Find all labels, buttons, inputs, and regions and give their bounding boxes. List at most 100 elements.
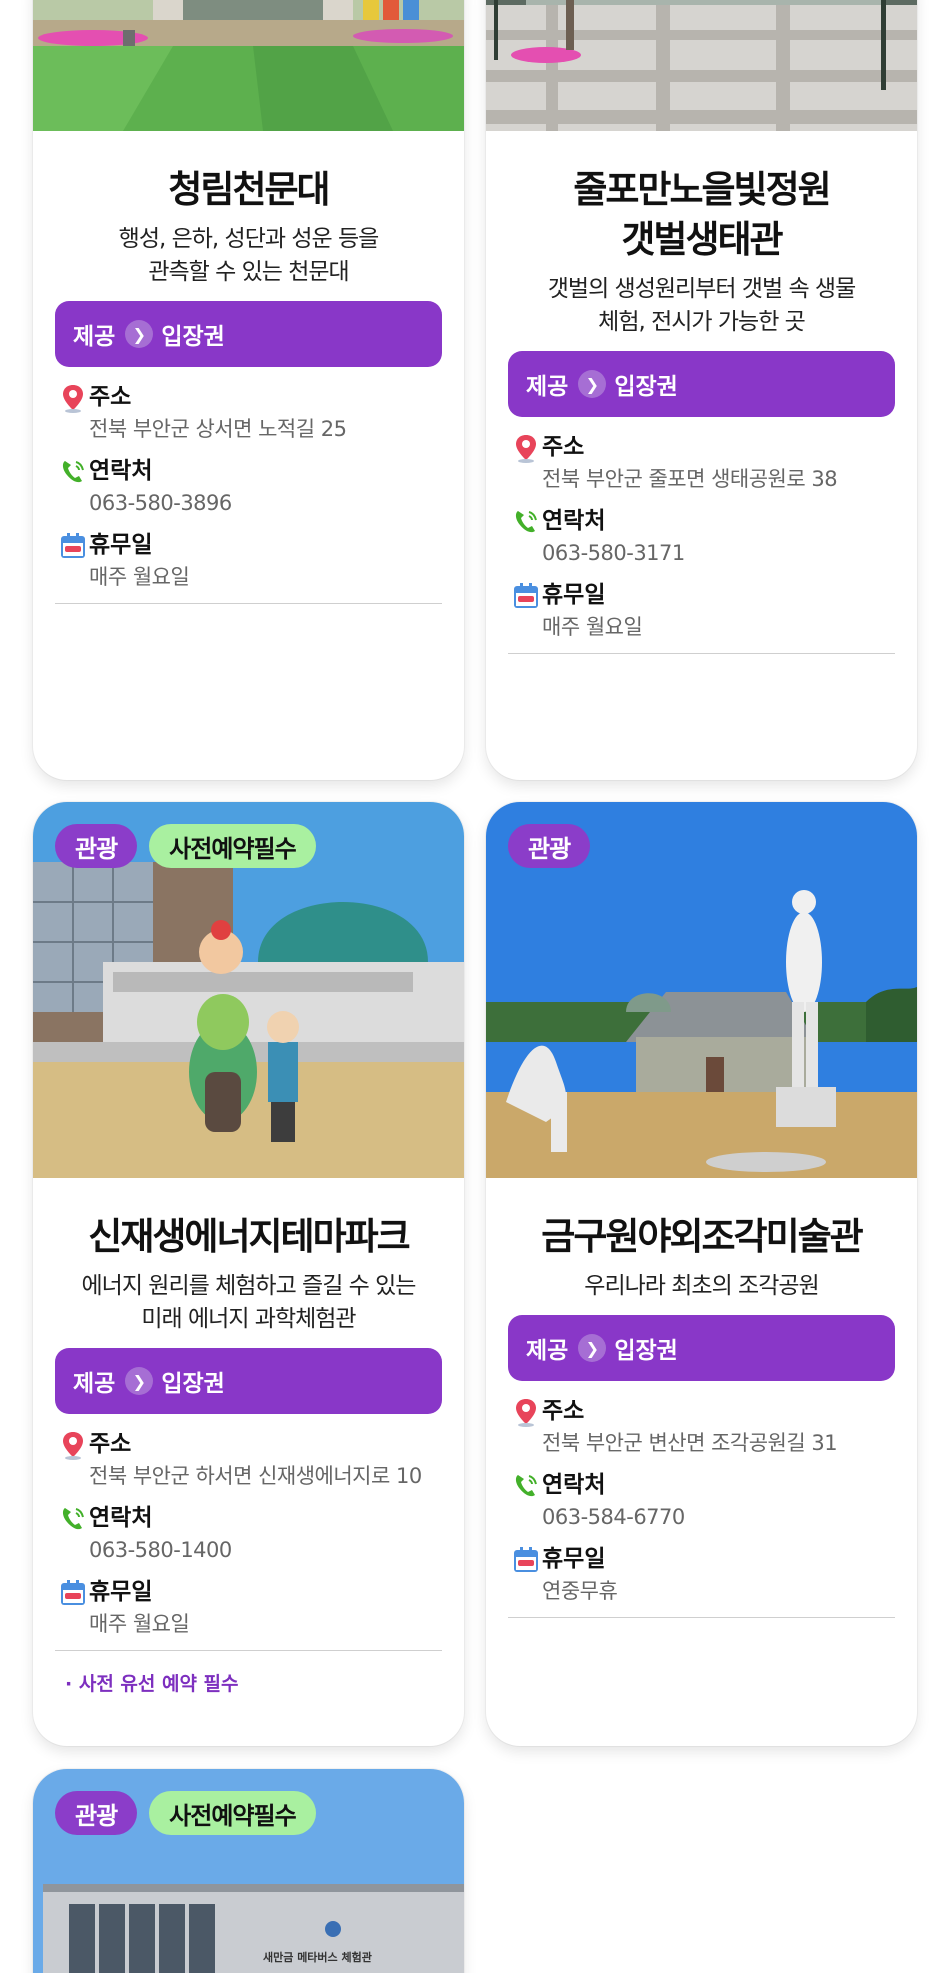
contact-label: 연락처 [542, 508, 606, 534]
address-value: 전북 부안군 상서면 노적길 25 [89, 417, 347, 441]
card-photo: 관광 사전예약필수 [33, 802, 464, 1178]
place-title: 줄포만노을빛정원 갯벌생태관 [508, 165, 895, 265]
offer-prefix: 제공 [73, 324, 116, 350]
category-badge: 관광 [508, 824, 591, 868]
closed-label: 휴무일 [542, 1546, 606, 1572]
divider [508, 653, 895, 654]
address-value: 전북 부안군 하서면 신재생에너지로 10 [89, 1464, 422, 1488]
card-photo [33, 0, 464, 131]
divider [508, 1617, 895, 1618]
chevron-right-icon: ❯ [578, 370, 607, 398]
contact-value[interactable]: 063-580-1400 [89, 1534, 442, 1566]
closed-label: 휴무일 [89, 1579, 153, 1605]
info-closed: 휴무일 매주 월요일 [55, 1576, 442, 1640]
phone-icon [62, 1508, 84, 1530]
offer-value: 입장권 [161, 324, 225, 350]
card-renewable-energy-park[interactable]: 관광 사전예약필수 신재생에너지테마파크 에너지 원리를 체험하고 즐길 수 있… [33, 802, 464, 1746]
offer-bar: 제공 ❯ 입장권 [508, 1315, 895, 1381]
closed-value: 매주 월요일 [89, 1612, 190, 1636]
info-contact: 연락처 063-584-6770 [508, 1469, 895, 1533]
card-photo: 새만금 메타버스 체험관 관광 사전예약필수 [33, 1769, 464, 1973]
closed-value: 매주 월요일 [89, 565, 190, 589]
info-contact: 연락처 063-580-1400 [55, 1502, 442, 1566]
info-closed: 휴무일 연중무휴 [508, 1543, 895, 1607]
description-line: 행성, 은하, 성단과 성운 등을 [118, 226, 380, 252]
map-pin-icon [516, 435, 536, 463]
info-address: 주소 전북 부안군 하서면 신재생에너지로 10 [55, 1428, 442, 1492]
offer-prefix: 제공 [73, 1371, 116, 1397]
phone-icon [515, 1475, 537, 1497]
card-saemangeum-metaverse[interactable]: 새만금 메타버스 체험관 관광 사전예약필수 [33, 1769, 464, 1973]
description-line: 에너지 원리를 체험하고 즐길 수 있는 [81, 1273, 417, 1299]
chevron-right-icon: ❯ [578, 1334, 607, 1362]
address-label: 주소 [89, 384, 132, 410]
title-line: 갯벌생태관 [621, 218, 783, 261]
info-contact: 연락처 063-580-3896 [55, 455, 442, 519]
place-description: 우리나라 최초의 조각공원 [508, 1270, 895, 1303]
card-photo: 관광 [486, 802, 917, 1178]
offer-value: 입장권 [614, 1338, 678, 1364]
calendar-day-icon [514, 1547, 538, 1572]
calendar-day-icon [61, 533, 85, 558]
contact-label: 연락처 [89, 1505, 153, 1531]
info-address: 주소 전북 부안군 변산면 조각공원길 31 [508, 1395, 895, 1459]
info-closed: 휴무일 매주 월요일 [55, 529, 442, 593]
calendar-day-icon [514, 583, 538, 608]
chevron-right-icon: ❯ [125, 1367, 154, 1395]
info-address: 주소 전북 부안군 상서면 노적길 25 [55, 381, 442, 445]
offer-bar: 제공 ❯ 입장권 [508, 351, 895, 417]
place-description: 에너지 원리를 체험하고 즐길 수 있는 미래 에너지 과학체험관 [55, 1270, 442, 1336]
divider [55, 1650, 442, 1651]
badge-group: 관광 사전예약필수 [55, 824, 316, 868]
card-geumguwon-sculpture-museum[interactable]: 관광 금구원야외조각미술관 우리나라 최초의 조각공원 제공 ❯ 입장권 주소 … [486, 802, 917, 1746]
address-label: 주소 [89, 1431, 132, 1457]
calendar-day-icon [61, 1580, 85, 1605]
description-line: 갯벌의 생성원리부터 갯벌 속 생물 [547, 276, 856, 302]
divider [55, 603, 442, 604]
page: 청림천문대 행성, 은하, 성단과 성운 등을 관측할 수 있는 천문대 제공 … [0, 0, 950, 1973]
contact-value[interactable]: 063-584-6770 [542, 1501, 895, 1533]
phone-icon [515, 511, 537, 533]
address-label: 주소 [542, 434, 585, 460]
closed-label: 휴무일 [89, 532, 153, 558]
address-label: 주소 [542, 1398, 585, 1424]
offer-prefix: 제공 [526, 374, 569, 400]
offer-value: 입장권 [614, 374, 678, 400]
badge-group: 관광 사전예약필수 [55, 1791, 316, 1835]
offer-value: 입장권 [161, 1371, 225, 1397]
place-title: 청림천문대 [168, 168, 330, 211]
reservation-badge: 사전예약필수 [149, 824, 316, 868]
building-sign: 새만금 메타버스 체험관 [263, 1951, 372, 1964]
card-cheongrim-observatory[interactable]: 청림천문대 행성, 은하, 성단과 성운 등을 관측할 수 있는 천문대 제공 … [33, 0, 464, 780]
category-badge: 관광 [55, 824, 138, 868]
map-pin-icon [516, 1399, 536, 1427]
description-line: 미래 에너지 과학체험관 [141, 1306, 356, 1332]
place-title: 금구원야외조각미술관 [541, 1215, 863, 1258]
info-contact: 연락처 063-580-3171 [508, 505, 895, 569]
phone-icon [62, 461, 84, 483]
map-pin-icon [63, 385, 83, 413]
description-line: 체험, 전시가 가능한 곳 [598, 309, 806, 335]
reservation-badge: 사전예약필수 [149, 1791, 316, 1835]
offer-prefix: 제공 [526, 1338, 569, 1364]
title-line: 줄포만노을빛정원 [573, 168, 831, 211]
closed-value: 매주 월요일 [542, 615, 643, 639]
card-photo [486, 0, 917, 131]
category-badge: 관광 [55, 1791, 138, 1835]
chevron-right-icon: ❯ [125, 320, 154, 348]
offer-bar: 제공 ❯ 입장권 [55, 301, 442, 367]
place-description: 갯벌의 생성원리부터 갯벌 속 생물 체험, 전시가 가능한 곳 [508, 273, 895, 339]
offer-bar: 제공 ❯ 입장권 [55, 1348, 442, 1414]
info-address: 주소 전북 부안군 줄포면 생태공원로 38 [508, 431, 895, 495]
contact-value[interactable]: 063-580-3171 [542, 537, 895, 569]
contact-label: 연락처 [89, 458, 153, 484]
reservation-note: · 사전 유선 예약 필수 [65, 1673, 239, 1695]
address-value: 전북 부안군 줄포면 생태공원로 38 [542, 467, 838, 491]
closed-label: 휴무일 [542, 582, 606, 608]
closed-value: 연중무휴 [542, 1579, 618, 1603]
description-line: 우리나라 최초의 조각공원 [584, 1273, 819, 1299]
card-julpo-tidalflat-center[interactable]: 줄포만노을빛정원 갯벌생태관 갯벌의 생성원리부터 갯벌 속 생물 체험, 전시… [486, 0, 917, 780]
address-value: 전북 부안군 변산면 조각공원길 31 [542, 1431, 838, 1455]
map-pin-icon [63, 1432, 83, 1460]
contact-value[interactable]: 063-580-3896 [89, 487, 442, 519]
